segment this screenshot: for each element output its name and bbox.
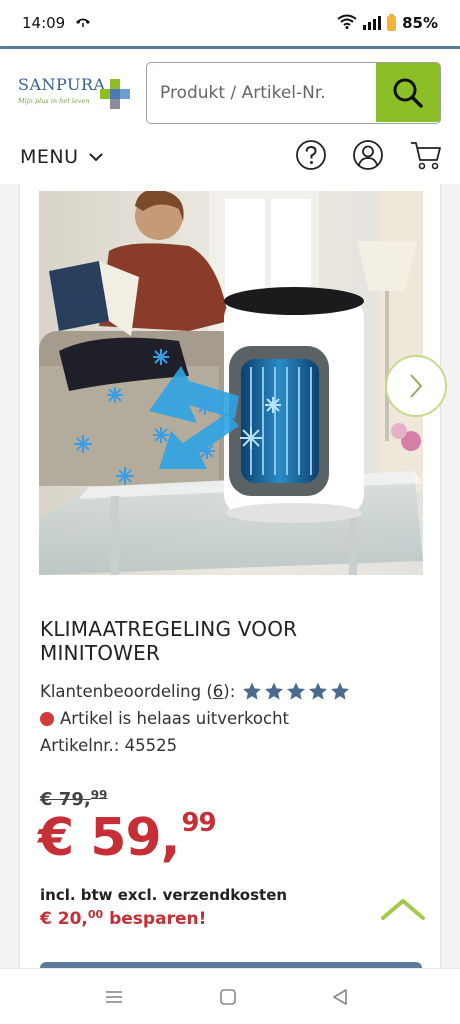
chevron-down-icon	[88, 152, 103, 161]
logo-wordmark: SANPURA	[18, 75, 106, 94]
star-icon	[309, 682, 328, 700]
star-icon	[331, 682, 350, 700]
savings: € 20,00 besparen!	[40, 908, 206, 929]
current-price: € 59,99	[38, 808, 217, 868]
current-price-cents: 99	[181, 808, 216, 838]
search-input[interactable]	[147, 63, 377, 122]
cart-icon	[411, 142, 441, 170]
savings-cents: 00	[87, 908, 104, 921]
chevron-right-icon	[410, 374, 423, 398]
product-card: KLIMAATREGELING VOOR MINITOWER Klantenbe…	[19, 184, 441, 970]
tax-note: incl. btw excl. verzendkosten	[40, 886, 288, 904]
menu-button[interactable]: MENU	[20, 146, 103, 168]
help-icon	[296, 140, 326, 170]
stock-status: Artikel is helaas uitverkocht	[40, 709, 289, 728]
signal-icon	[363, 16, 382, 30]
cart-button[interactable]	[409, 139, 443, 175]
recent-apps-icon	[106, 991, 122, 1003]
battery-icon	[387, 13, 397, 31]
home-button[interactable]	[216, 987, 240, 1007]
star-icon	[265, 682, 284, 700]
battery-level: 85%	[402, 14, 438, 32]
system-nav-bar	[0, 968, 460, 1024]
star-icon	[287, 682, 306, 700]
wifi-icon	[337, 14, 357, 33]
old-price: € 79,99	[40, 788, 107, 810]
sanpura-logo[interactable]: SANPURA Mijn plus in het leven	[18, 73, 130, 119]
rating-row: Klantenbeoordeling (6):	[40, 682, 350, 701]
stock-status-text: Artikel is helaas uitverkocht	[60, 709, 290, 728]
rating-stars	[242, 682, 350, 701]
status-bar: 14:09 85%	[0, 0, 460, 46]
site-header: SANPURA Mijn plus in het leven MENU	[0, 49, 460, 184]
star-icon	[243, 682, 262, 700]
search-box	[146, 62, 441, 124]
user-icon	[353, 140, 383, 170]
article-number: Artikelnr.: 45525	[40, 736, 178, 755]
account-button[interactable]	[352, 139, 384, 175]
search-icon	[393, 78, 423, 108]
current-price-main: € 59,	[38, 808, 180, 868]
chevron-up-icon	[381, 899, 425, 920]
logo-tagline: Mijn plus in het leven	[18, 97, 90, 105]
menu-label: MENU	[20, 146, 79, 168]
search-button[interactable]	[376, 63, 440, 122]
logo-cross-icon	[100, 79, 130, 109]
old-price-cents: 99	[90, 788, 108, 802]
rating-label: Klantenbeoordeling	[40, 682, 202, 701]
back-button[interactable]	[328, 987, 352, 1007]
carousel-next-button[interactable]	[385, 355, 447, 417]
product-image[interactable]	[39, 191, 423, 575]
rating-count-link[interactable]: 6	[213, 682, 224, 701]
back-icon	[333, 989, 347, 1005]
recent-apps-button[interactable]	[102, 987, 126, 1007]
call-icon	[75, 14, 91, 32]
scroll-to-top-button[interactable]	[380, 896, 426, 922]
out-of-stock-indicator	[40, 711, 54, 726]
product-title: KLIMAATREGELING VOOR MINITOWER	[40, 617, 298, 665]
help-button[interactable]	[295, 139, 327, 175]
savings-main: € 20,	[40, 909, 88, 929]
status-time: 14:09	[22, 14, 66, 32]
savings-suffix: besparen!	[109, 909, 207, 929]
old-price-main: € 79,	[40, 789, 91, 810]
home-icon	[220, 989, 236, 1005]
